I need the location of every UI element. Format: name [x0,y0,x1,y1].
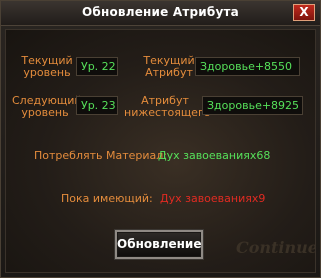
current-level-label: Текущий уровень [18,55,76,79]
current-attribute-label-line2: Атрибут [145,66,193,79]
next-level-value: Ур. 23 [76,96,118,115]
cost-label: Потреблять Материал: [34,149,167,162]
current-attribute-value: Здоровье+8550 [195,57,300,76]
cost-value: Дух завоеваниях68 [158,149,271,162]
title-bar[interactable]: Обновление Атрибута X [1,1,320,26]
owned-label: Пока имеющий: [61,192,153,205]
next-attribute-value: Здоровье+8925 [202,96,303,115]
current-attribute-label: Текущий Атрибут [140,55,198,79]
background-watermark: Continue [236,238,316,257]
owned-value: Дух завоеваниях9 [160,192,266,205]
upgrade-button[interactable]: Обновление [115,230,203,259]
dialog-title: Обновление Атрибута [82,5,239,19]
current-level-value: Ур. 22 [76,57,118,76]
next-attribute-label: Атрибут нижестоящего [124,95,211,119]
upgrade-attribute-dialog: Обновление Атрибута X Continue Текущий у… [0,0,321,278]
current-level-label-line2: уровень [23,66,71,79]
close-button[interactable]: X [293,4,315,21]
next-attribute-label-line2: нижестоящего [124,106,211,119]
next-level-label: Следующий уровень [12,95,82,119]
next-level-label-line2: уровень [21,106,69,119]
